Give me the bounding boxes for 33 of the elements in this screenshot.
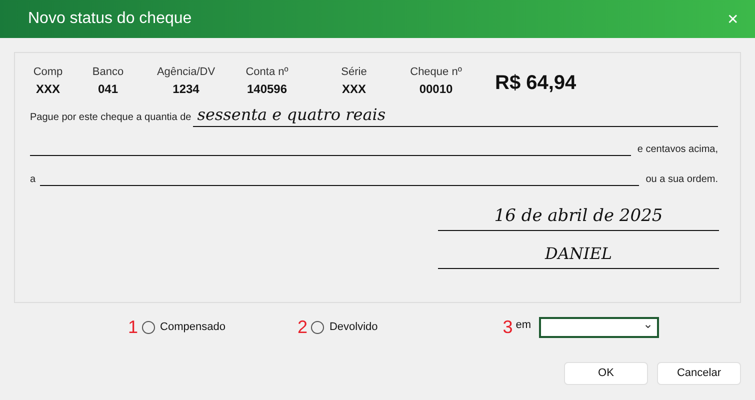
field-value: 041 bbox=[98, 81, 118, 97]
radio-label: Compensado bbox=[160, 320, 226, 335]
cents-label: e centavos acima, bbox=[637, 143, 718, 157]
field-label: Cheque nº bbox=[410, 65, 462, 79]
radio-label: Devolvido bbox=[329, 320, 378, 335]
field-value: 140596 bbox=[246, 81, 288, 97]
signature-text: DANIEL bbox=[544, 243, 612, 265]
field-value: 1234 bbox=[172, 81, 200, 97]
field-value: 00010 bbox=[419, 81, 453, 97]
date-text: 16 de abril de 2025 bbox=[494, 205, 663, 228]
field-value: XXX bbox=[342, 81, 366, 97]
date-label: em bbox=[516, 318, 532, 333]
field-label: Conta nº bbox=[246, 65, 288, 79]
dialog-button[interactable]: Cancelar bbox=[657, 362, 741, 385]
amount-words: sessenta e quatro reais bbox=[197, 104, 386, 126]
field-label: Banco bbox=[92, 65, 124, 79]
radio-button[interactable] bbox=[142, 320, 156, 334]
annotation-number: 2 bbox=[297, 318, 308, 336]
pay-label: Pague por este cheque a quantia de bbox=[30, 111, 192, 125]
field-value: XXX bbox=[36, 81, 60, 97]
annotation-number: 3 bbox=[502, 318, 513, 336]
radio-button[interactable] bbox=[311, 320, 324, 334]
window-title: Novo status do cheque bbox=[28, 9, 192, 29]
date-dropdown[interactable]: ⌄ bbox=[539, 316, 660, 338]
caret-icon: ⌄ bbox=[643, 318, 654, 330]
field-label: Agência/DV bbox=[156, 65, 216, 79]
order-label: ou a sua ordem. bbox=[646, 173, 718, 187]
field-label: Comp bbox=[33, 65, 63, 79]
to-label: a bbox=[30, 173, 36, 187]
annotation-number: 1 bbox=[128, 318, 138, 336]
amount-text: R$ 64,94 bbox=[495, 71, 576, 95]
dialog-button[interactable]: OK bbox=[564, 362, 648, 385]
field-label: Série bbox=[341, 65, 367, 79]
